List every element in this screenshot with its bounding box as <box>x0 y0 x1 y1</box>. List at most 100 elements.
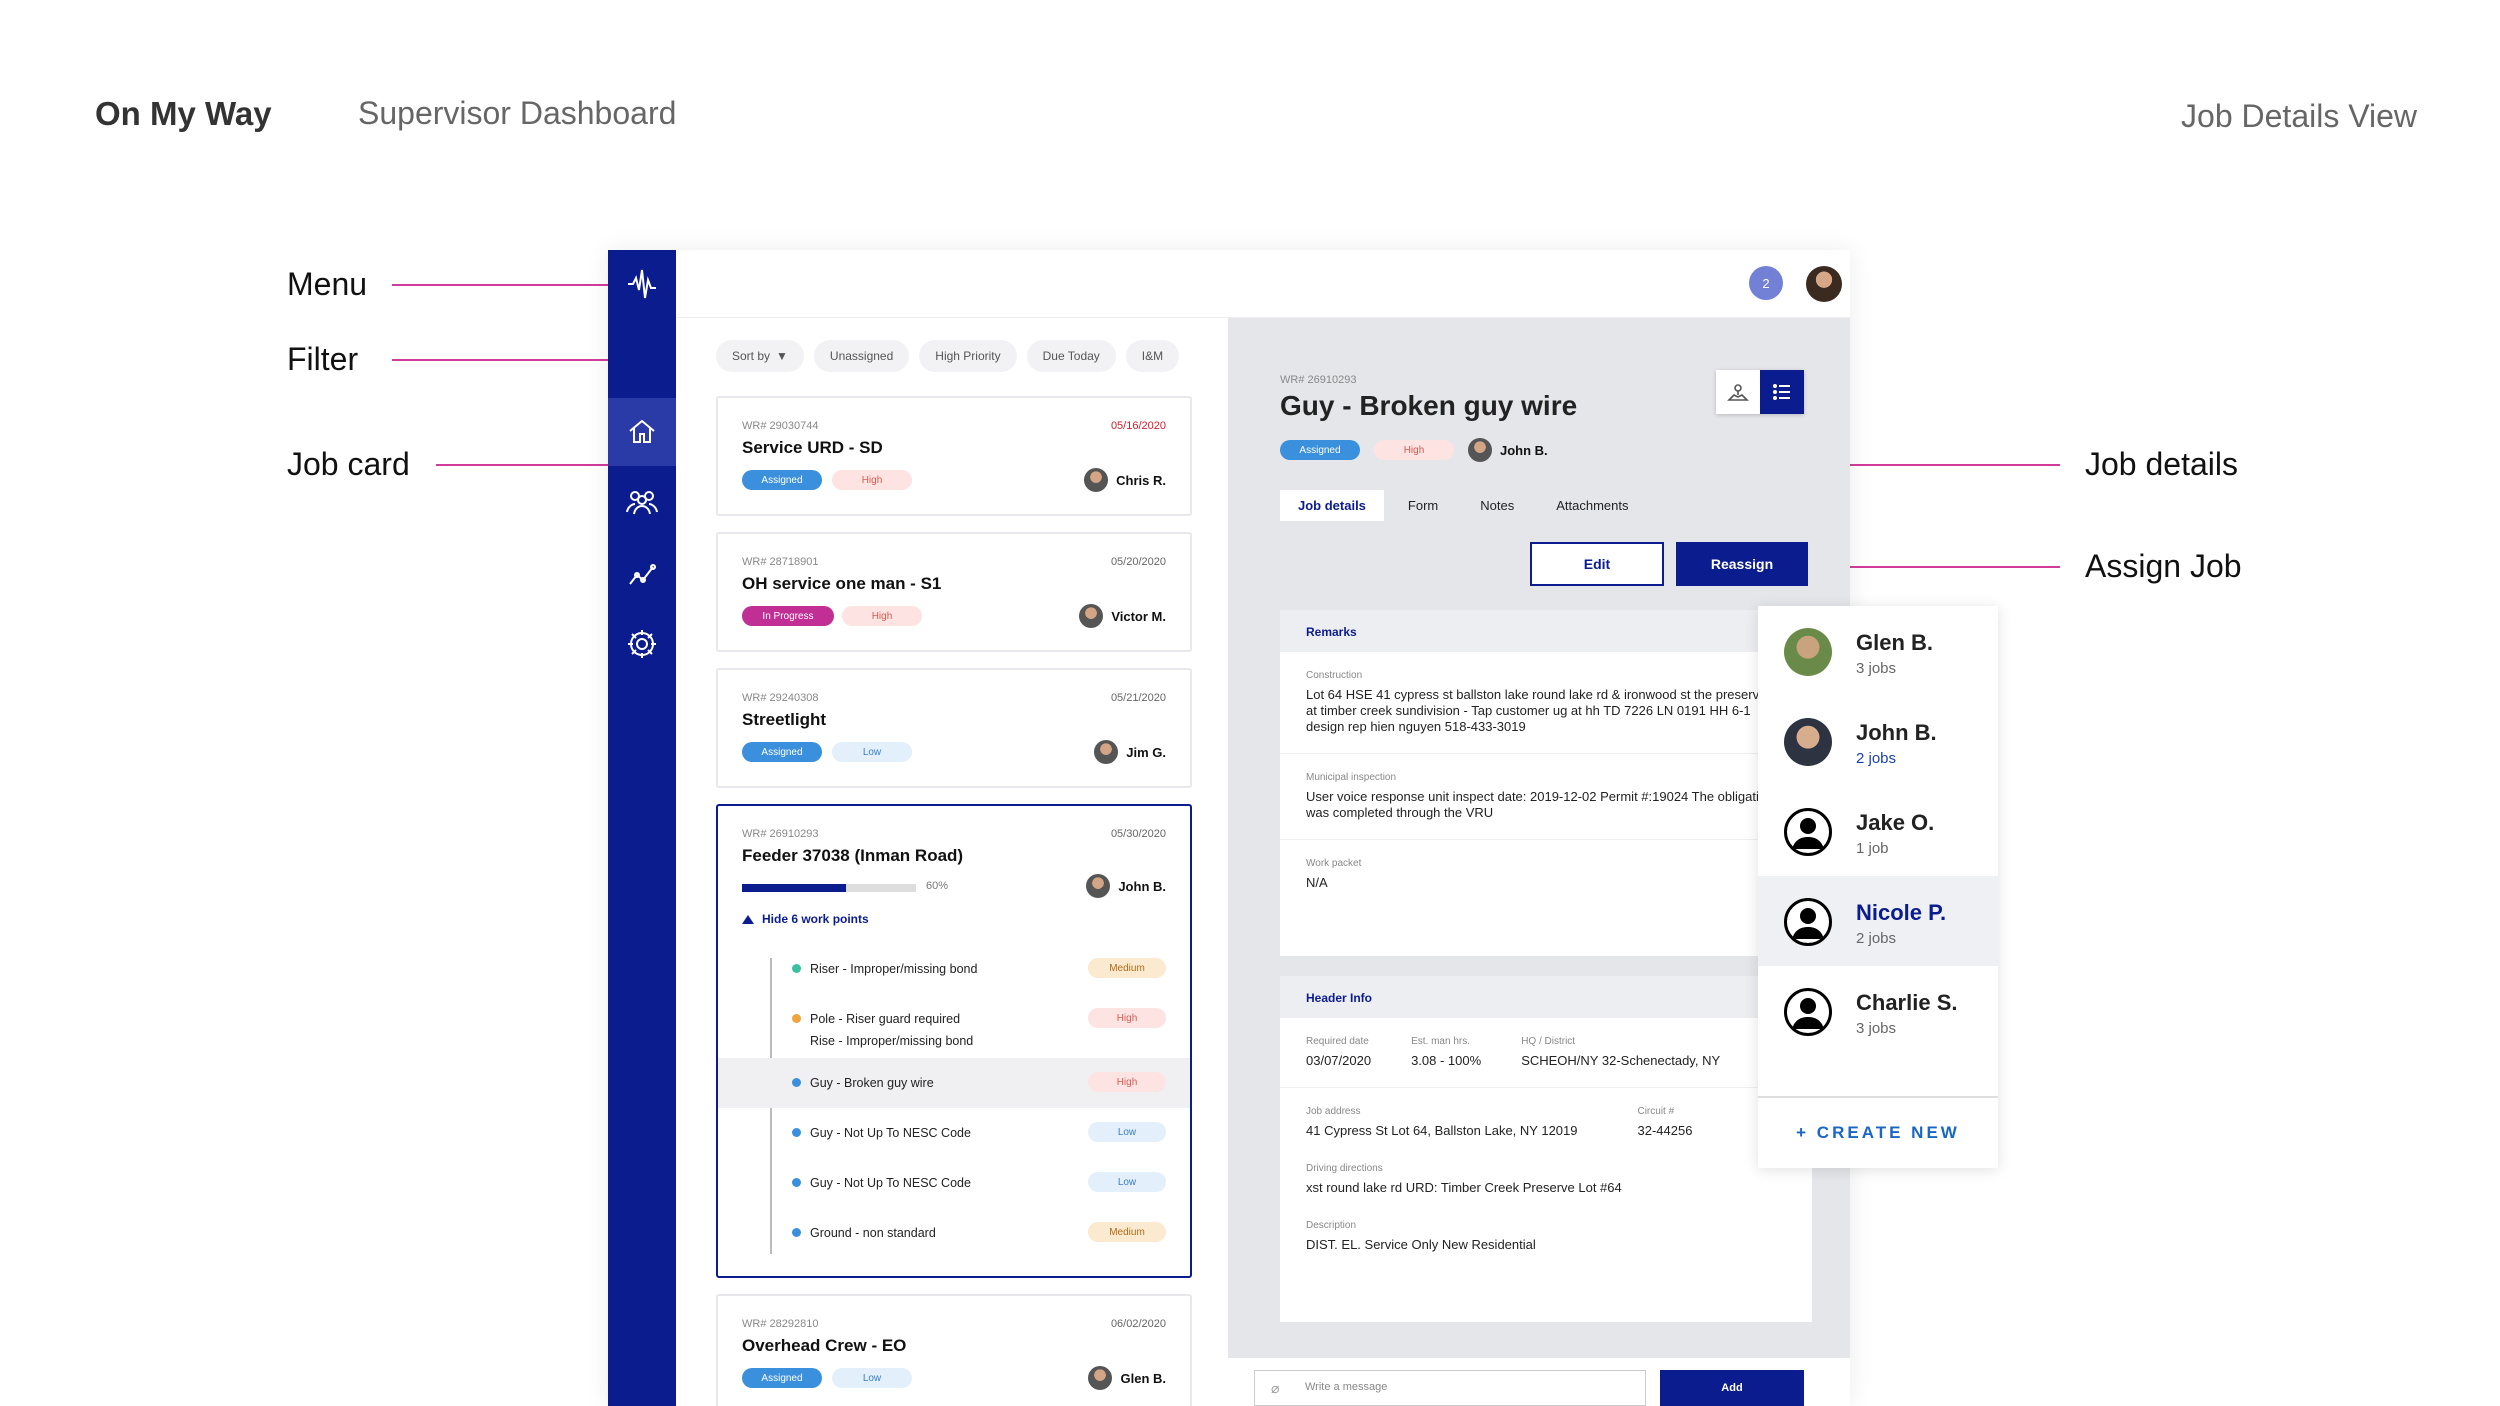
status-badge: Assigned <box>742 470 822 490</box>
add-message-button[interactable]: Add <box>1660 1370 1804 1406</box>
avatar <box>1079 604 1104 628</box>
sort-by-label: Sort by <box>732 349 771 363</box>
work-point[interactable]: Guy - Not Up To NESC Code Low <box>718 1108 1190 1158</box>
priority-badge: Low <box>832 742 912 762</box>
list-view-icon[interactable] <box>1760 370 1804 414</box>
detail-tabs: Job details Form Notes Attachments <box>1280 490 1647 521</box>
wr-number: WR# 28718901 <box>742 556 819 568</box>
reassign-button[interactable]: Reassign <box>1676 542 1808 586</box>
avatar <box>1086 874 1111 898</box>
filter-due-today[interactable]: Due Today <box>1026 340 1116 372</box>
chevron-down-icon: ▼ <box>776 349 788 363</box>
filter-bar: Sort by ▼ Unassigned High Priority Due To… <box>716 340 1180 372</box>
priority-badge: High <box>832 470 912 490</box>
assignee-name: John B. <box>1856 720 1937 745</box>
field-label: Est. man hrs. <box>1411 1036 1470 1047</box>
status-dot <box>792 1228 801 1237</box>
priority-badge: Low <box>832 1368 912 1388</box>
paperclip-icon[interactable]: ⌀ <box>1271 1380 1279 1397</box>
job-title: OH service one man - S1 <box>742 574 942 593</box>
app-window: 2 Sort by ▼ Unassigned High Priority Due … <box>608 250 1850 1406</box>
field-label: Construction <box>1306 670 1363 681</box>
callout-job-details: Job details <box>2085 446 2238 482</box>
filter-high-priority[interactable]: High Priority <box>919 340 1017 372</box>
status-dot <box>792 1078 801 1087</box>
status-badge: Assigned <box>742 742 822 762</box>
toggle-label: Hide 6 work points <box>762 912 869 926</box>
job-title: Streetlight <box>742 710 827 729</box>
sort-by-dropdown[interactable]: Sort by ▼ <box>716 340 804 372</box>
header-row: Required date 03/07/2020 Est. man hrs. 3.0… <box>1280 1018 1812 1088</box>
tab-attachments[interactable]: Attachments <box>1538 490 1646 521</box>
municipal-field: Municipal inspection User voice response… <box>1280 754 1812 840</box>
work-point-selected[interactable]: Guy - Broken guy wire High <box>718 1058 1190 1108</box>
job-card[interactable]: WR# 28718901 05/20/2020 OH service one m… <box>716 532 1192 652</box>
tab-job-details[interactable]: Job details <box>1280 490 1384 521</box>
work-point[interactable]: Pole - Riser guard required Rise - Improp… <box>718 994 1190 1054</box>
status-dot <box>792 1128 801 1137</box>
notification-badge[interactable]: 2 <box>1749 266 1783 300</box>
field-value: N/A <box>1306 875 1328 890</box>
progress-bar <box>742 884 916 892</box>
circuit-field: Circuit # 32-44256 <box>1637 1106 1692 1139</box>
job-card[interactable]: WR# 29240308 05/21/2020 Streetlight Assi… <box>716 668 1192 788</box>
assignee: Chris R. <box>1084 468 1166 492</box>
due-date: 05/21/2020 <box>1110 692 1166 704</box>
page-header: On My Way Supervisor Dashboard Job Detai… <box>0 0 2500 200</box>
callout-menu: Menu <box>287 266 368 302</box>
filter-im[interactable]: I&M <box>1125 340 1180 372</box>
assignee-option-selected[interactable]: Nicole P. 2 jobs <box>1758 876 1998 966</box>
job-address-field: Job address 41 Cypress St Lot 64, Ballsto… <box>1306 1106 1577 1139</box>
assignee-name: John B. <box>1118 878 1166 894</box>
assignee-name: Nicole P. <box>1856 900 1947 925</box>
map-view-icon[interactable] <box>1716 370 1760 414</box>
create-new-button[interactable]: + CREATE NEW <box>1758 1096 1998 1168</box>
settings-gear-icon[interactable] <box>608 610 676 678</box>
job-title: Service URD - SD <box>742 438 883 457</box>
hide-work-points-toggle[interactable]: Hide 6 work points <box>742 912 869 926</box>
message-input[interactable]: ⌀ Write a message <box>1254 1370 1646 1406</box>
section-title: Supervisor Dashboard <box>358 95 677 131</box>
status-dot <box>792 964 801 973</box>
home-icon[interactable] <box>608 398 676 466</box>
analytics-icon[interactable] <box>608 540 676 608</box>
view-title: Job Details View <box>2181 98 2417 134</box>
assign-job-dropdown: Glen B. 3 jobs John B. 2 jobs Jake O. 1 … <box>1758 606 1998 1168</box>
assignee-option[interactable]: John B. 2 jobs <box>1758 696 1998 786</box>
work-point[interactable]: Riser - Improper/missing bond Medium <box>718 944 1190 994</box>
priority-badge: Medium <box>1088 958 1166 978</box>
assignee-name: Victor M. <box>1111 608 1166 624</box>
driving-directions-field: Driving directions xst round lake rd URD… <box>1280 1145 1812 1202</box>
field-value: SCHEOH/NY 32-Schenectady, NY <box>1521 1053 1721 1068</box>
work-point[interactable]: Ground - non standard Medium <box>718 1208 1190 1258</box>
callout-assign-job: Assign Job <box>2085 548 2242 584</box>
work-point-label: Guy - Not Up To NESC Code <box>810 1126 971 1140</box>
assignee-name: Charlie S. <box>1856 990 1958 1015</box>
logo-icon[interactable] <box>608 250 676 318</box>
field-value: DIST. EL. Service Only New Residential <box>1306 1237 1536 1252</box>
assignee-option[interactable]: Jake O. 1 job <box>1758 786 1998 876</box>
field-label: Municipal inspection <box>1306 772 1397 783</box>
work-point[interactable]: Guy - Not Up To NESC Code Low <box>718 1158 1190 1208</box>
field-value: 03/07/2020 <box>1306 1053 1372 1068</box>
job-title: Feeder 37038 (Inman Road) <box>742 846 964 865</box>
avatar <box>1784 718 1832 766</box>
tab-notes[interactable]: Notes <box>1462 490 1532 521</box>
edit-button[interactable]: Edit <box>1530 542 1664 586</box>
tab-form[interactable]: Form <box>1390 490 1456 521</box>
assignee: Glen B. <box>1088 1366 1166 1390</box>
user-avatar[interactable] <box>1806 266 1842 302</box>
assignee-option[interactable]: Glen B. 3 jobs <box>1758 606 1998 696</box>
job-card[interactable]: WR# 29030744 05/16/2020 Service URD - SD… <box>716 396 1192 516</box>
assignee-option[interactable]: Charlie S. 3 jobs <box>1758 966 1998 1056</box>
job-card[interactable]: WR# 28292810 06/02/2020 Overhead Crew - … <box>716 1294 1192 1406</box>
job-card-selected[interactable]: WR# 26910293 05/30/2020 Feeder 37038 (In… <box>716 804 1192 1278</box>
assignee-jobs: 3 jobs <box>1856 1020 1897 1037</box>
avatar <box>1088 1366 1113 1390</box>
filter-unassigned[interactable]: Unassigned <box>813 340 910 372</box>
construction-field: Construction Lot 64 HSE 41 cypress st ba… <box>1280 652 1812 754</box>
chevron-up-icon <box>742 914 754 924</box>
field-label: Description <box>1306 1220 1357 1231</box>
avatar <box>1468 438 1492 462</box>
team-icon[interactable] <box>608 468 676 536</box>
